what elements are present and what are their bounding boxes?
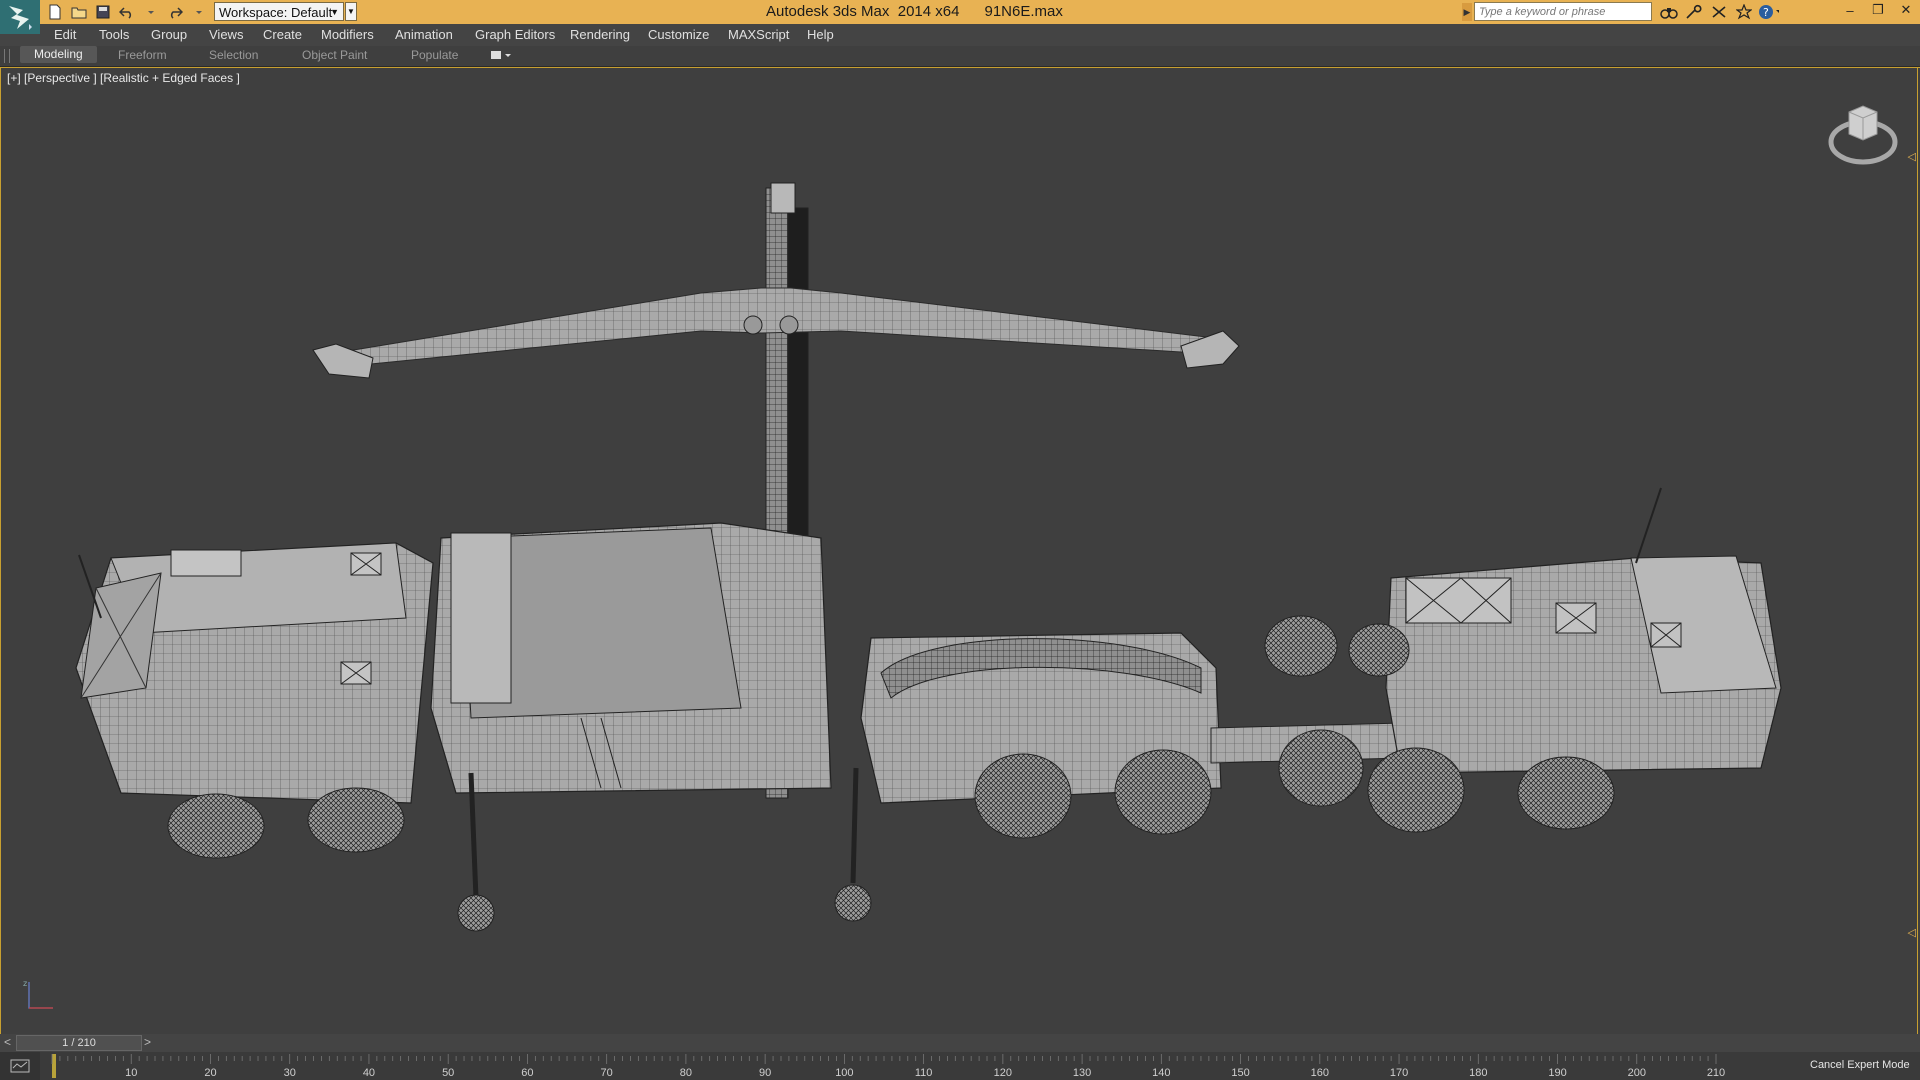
mini-curve-editor-icon[interactable] (0, 1052, 40, 1080)
ruler-tick-label: 210 (1707, 1067, 1725, 1079)
menu-group[interactable]: Group (151, 27, 187, 42)
communication-center-icon[interactable] (1708, 2, 1729, 22)
subscription-key-icon[interactable] (1683, 2, 1704, 22)
time-slider-prev-button[interactable]: < (4, 1035, 11, 1049)
chevron-down-icon: ▼ (330, 7, 339, 17)
menu-modifiers[interactable]: Modifiers (321, 27, 374, 42)
ruler-tick-label: 200 (1628, 1067, 1646, 1079)
redo-dropdown-icon[interactable] (188, 2, 210, 22)
axis-tripod-icon: z (23, 979, 53, 1009)
ruler-tick-label: 80 (680, 1067, 692, 1079)
close-icon[interactable]: ✕ (1892, 0, 1920, 20)
quick-access-customize-button[interactable]: ▼ (345, 2, 357, 21)
ruler-tick-label: 170 (1390, 1067, 1408, 1079)
ruler-tick-label: 90 (759, 1067, 771, 1079)
svg-text:z: z (23, 979, 27, 988)
tab-modeling[interactable]: Modeling (20, 46, 97, 63)
menu-create[interactable]: Create (263, 27, 302, 42)
menu-animation[interactable]: Animation (395, 27, 453, 42)
menu-customize[interactable]: Customize (648, 27, 709, 42)
menu-rendering[interactable]: Rendering (570, 27, 630, 42)
file-name: 91N6E.max (984, 3, 1063, 20)
ruler-tick-label: 40 (363, 1067, 375, 1079)
tab-populate[interactable]: Populate (411, 48, 458, 62)
quick-access-toolbar (44, 2, 234, 22)
binoculars-icon[interactable] (1658, 2, 1679, 22)
favorites-star-icon[interactable] (1733, 2, 1754, 22)
ruler-tick-label: 20 (204, 1067, 216, 1079)
redo-icon[interactable] (164, 2, 186, 22)
help-icon[interactable]: ? (1758, 2, 1779, 22)
new-icon[interactable] (44, 2, 66, 22)
ruler-tick-label: 70 (601, 1067, 613, 1079)
workspace-label: Workspace: Default (219, 5, 333, 20)
menu-maxscript[interactable]: MAXScript (728, 27, 789, 42)
save-icon[interactable] (92, 2, 114, 22)
ribbon-grip-handle[interactable] (4, 49, 10, 63)
menu-help[interactable]: Help (807, 27, 834, 42)
open-icon[interactable] (68, 2, 90, 22)
3ds-max-logo-icon (9, 6, 32, 30)
minimize-icon[interactable]: – (1836, 0, 1864, 20)
search-expand-arrow-icon[interactable]: ▶ (1462, 3, 1472, 21)
app-title: Autodesk 3ds Max 2014 x64 (766, 3, 960, 20)
undo-icon[interactable] (116, 2, 138, 22)
window-controls: – ❐ ✕ (1836, 0, 1920, 20)
ruler-tick-label: 190 (1548, 1067, 1566, 1079)
menu-bar: Edit Tools Group Views Create Modifiers … (0, 24, 1920, 46)
ruler-tick-label: 160 (1311, 1067, 1329, 1079)
frame-ruler[interactable]: 10 20 30 40 50 60 70 80 90 100 110 120 130 140 150 160 1… (46, 1052, 1746, 1080)
app-menu-button[interactable] (0, 0, 40, 34)
ruler-tick-label: 10 (125, 1067, 137, 1079)
menu-edit[interactable]: Edit (54, 27, 76, 42)
ruler-tick-label: 130 (1073, 1067, 1091, 1079)
time-slider-bar: < 1 / 210 > (0, 1034, 1920, 1052)
ruler-tick-label: 110 (915, 1067, 933, 1079)
menu-graph-editors[interactable]: Graph Editors (475, 27, 555, 42)
perspective-viewport[interactable]: [+] [Perspective ] [Realistic + Edged Fa… (0, 67, 1920, 1034)
menu-views[interactable]: Views (209, 27, 243, 42)
ruler-tick-label: 120 (994, 1067, 1012, 1079)
ribbon-tab-bar: Modeling Freeform Selection Object Paint… (0, 46, 1920, 67)
tab-freeform[interactable]: Freeform (118, 48, 167, 62)
truck-wireframe-model[interactable] (1, 68, 1919, 1033)
ribbon-minimize-toggle-icon[interactable] (490, 49, 512, 64)
window-title: Autodesk 3ds Max 2014 x64 91N6E.max (766, 3, 1063, 20)
svg-text:?: ? (1763, 6, 1769, 19)
title-bar: Workspace: Default ▼ ▼ Autodesk 3ds Max 2… (0, 0, 1920, 24)
current-frame-marker (52, 1054, 56, 1078)
tab-selection[interactable]: Selection (209, 48, 258, 62)
ruler-tick-label: 180 (1469, 1067, 1487, 1079)
workspace-selector[interactable]: Workspace: Default ▼ (214, 2, 344, 21)
track-bar: 10 20 30 40 50 60 70 80 90 100 110 120 130 140 150 160 1… (0, 1052, 1920, 1080)
infocenter-toolbar: ? (1658, 2, 1779, 22)
time-slider-handle[interactable]: 1 / 210 (16, 1035, 142, 1051)
ruler-tick-label: 50 (442, 1067, 454, 1079)
search-input[interactable]: Type a keyword or phrase (1474, 2, 1652, 21)
time-slider-next-button[interactable]: > (144, 1035, 151, 1049)
tab-object-paint[interactable]: Object Paint (302, 48, 367, 62)
ruler-tick-label: 30 (284, 1067, 296, 1079)
restore-icon[interactable]: ❐ (1864, 0, 1892, 20)
cancel-expert-mode-button[interactable]: Cancel Expert Mode (1810, 1059, 1910, 1071)
undo-dropdown-icon[interactable] (140, 2, 162, 22)
ruler-tick-label: 150 (1231, 1067, 1249, 1079)
ruler-tick-label: 60 (521, 1067, 533, 1079)
ruler-tick-label: 100 (835, 1067, 853, 1079)
menu-tools[interactable]: Tools (99, 27, 129, 42)
ruler-tick-label: 140 (1152, 1067, 1170, 1079)
